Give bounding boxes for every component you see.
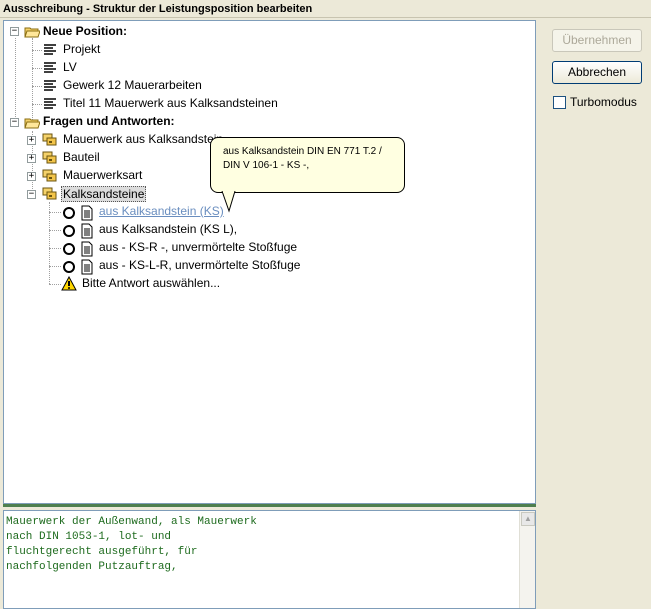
document-icon: [81, 223, 93, 239]
open-folder-icon: [24, 27, 40, 38]
tree-item-mauerwerksart[interactable]: Mauerwerksart: [63, 168, 142, 182]
tree-item-mauerwerk[interactable]: Mauerwerk aus Kalksandstein: [63, 132, 223, 146]
tooltip-tail: [221, 191, 236, 213]
tree-item-kalksandsteine[interactable]: Kalksandsteine: [61, 186, 147, 202]
answer-option-1[interactable]: aus Kalksandstein (KS): [99, 204, 224, 218]
turbo-label[interactable]: Turbomodus: [570, 95, 637, 109]
collapse-toggle[interactable]: −: [27, 190, 36, 199]
position-text: Mauerwerk der Außenwand, als Mauerwerk n…: [6, 516, 257, 573]
tree-branch: [32, 50, 42, 51]
answer-option-3[interactable]: aus - KS-R -, unvermörtelte Stoßfuge: [99, 240, 297, 254]
expand-toggle[interactable]: +: [27, 154, 36, 163]
tree-item-titel[interactable]: Titel 11 Mauerwerk aus Kalksandsteinen: [63, 96, 278, 110]
tree-item-projekt[interactable]: Projekt: [63, 42, 100, 56]
new-position-heading: Neue Position:: [43, 24, 128, 38]
question-group-icon: [42, 187, 57, 200]
tree-item-lv[interactable]: LV: [63, 60, 77, 74]
tree-branch: [49, 284, 61, 285]
document-icon: [81, 241, 93, 257]
title-bar: Ausschreibung - Struktur der Leistungspo…: [0, 0, 651, 18]
tree-branch: [49, 230, 61, 231]
question-group-icon: [42, 133, 57, 146]
tree-item-bauteil[interactable]: Bauteil: [63, 150, 100, 164]
text-lines-icon: [44, 44, 56, 55]
question-group-icon: [42, 151, 57, 164]
radio-empty-icon[interactable]: [61, 241, 77, 257]
text-lines-icon: [44, 80, 56, 91]
apply-button[interactable]: Übernehmen: [552, 29, 642, 52]
vertical-scrollbar[interactable]: ▲: [519, 511, 535, 608]
turbo-checkbox[interactable]: [553, 96, 566, 109]
open-folder-icon: [24, 118, 40, 129]
tree-branch: [32, 68, 42, 69]
text-lines-icon: [44, 98, 56, 109]
question-group-icon: [42, 169, 57, 182]
warning-icon: [61, 276, 77, 291]
structure-tree[interactable]: − Neue Position: Projekt LV Gewerk 12 Ma…: [3, 20, 536, 504]
tree-item-gewerk[interactable]: Gewerk 12 Mauerarbeiten: [63, 78, 202, 92]
text-lines-icon: [44, 62, 56, 73]
tree-line: [49, 202, 50, 284]
qa-heading: Fragen und Antworten:: [43, 114, 175, 128]
collapse-toggle[interactable]: −: [10, 27, 19, 36]
tree-branch: [32, 104, 42, 105]
document-icon: [81, 205, 93, 221]
tree-line: [15, 38, 16, 125]
tree-branch: [49, 212, 61, 213]
radio-empty-icon[interactable]: [61, 223, 77, 239]
position-text-pane[interactable]: Mauerwerk der Außenwand, als Mauerwerk n…: [3, 510, 536, 609]
window-title: Ausschreibung - Struktur der Leistungspo…: [3, 3, 313, 15]
answer-option-2[interactable]: aus Kalksandstein (KS L),: [99, 222, 237, 236]
answer-option-4[interactable]: aus - KS-L-R, unvermörtelte Stoßfuge: [99, 258, 300, 272]
document-icon: [81, 259, 93, 275]
cancel-button[interactable]: Abbrechen: [552, 61, 642, 84]
tree-branch: [49, 248, 61, 249]
collapse-toggle[interactable]: −: [10, 118, 19, 127]
tooltip-line: DIN V 106-1 - KS -,: [223, 160, 310, 171]
select-answer-hint: Bitte Antwort auswählen...: [82, 276, 221, 290]
tree-branch: [49, 266, 61, 267]
expand-toggle[interactable]: +: [27, 172, 36, 181]
description-tooltip: aus Kalksandstein DIN EN 771 T.2 / DIN V…: [210, 137, 405, 193]
scroll-up-arrow-icon[interactable]: ▲: [521, 512, 535, 526]
radio-empty-icon[interactable]: [61, 259, 77, 275]
tree-branch: [32, 86, 42, 87]
radio-empty-icon[interactable]: [61, 205, 77, 221]
expand-toggle[interactable]: +: [27, 136, 36, 145]
tooltip-line: aus Kalksandstein DIN EN 771 T.2 /: [223, 146, 382, 157]
